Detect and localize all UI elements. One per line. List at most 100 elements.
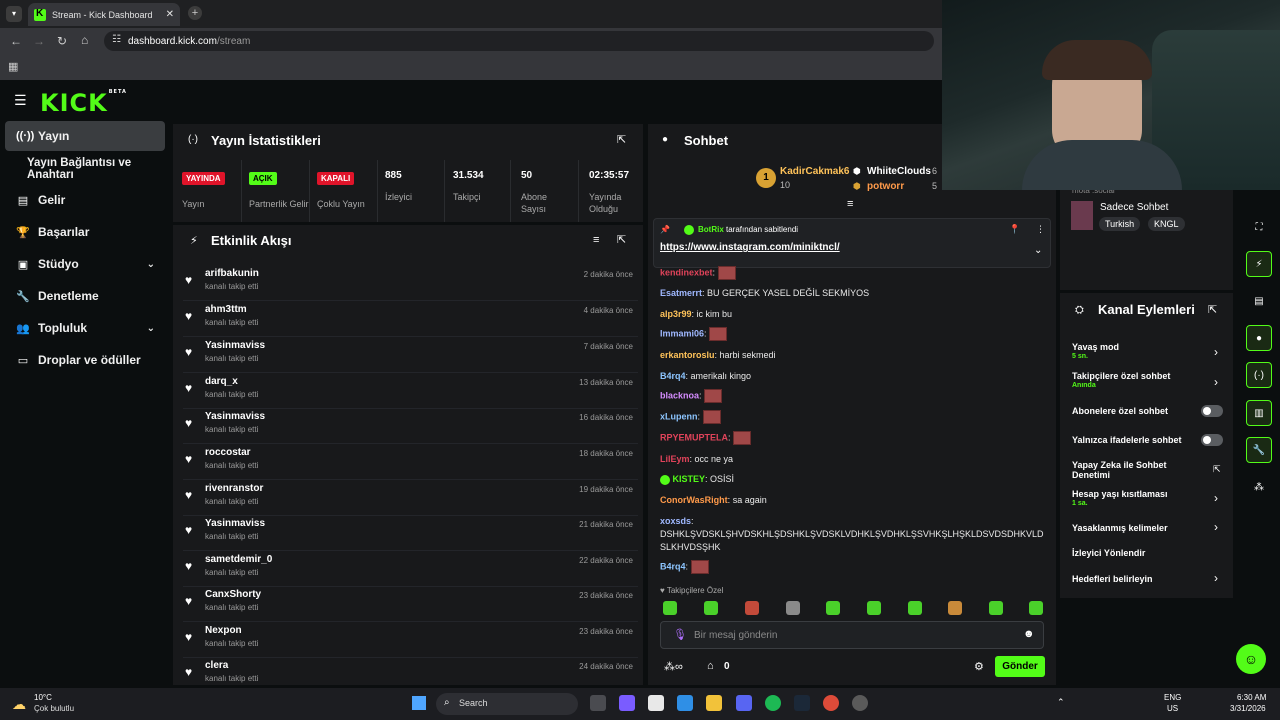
nav-item-drops[interactable]: ▭ Droplar ve ödüller xyxy=(5,345,165,375)
tab-close-icon[interactable]: ✕ xyxy=(166,9,174,20)
action-banned-words[interactable]: Yasaklanmış kelimeler xyxy=(1072,523,1227,533)
spotify-icon[interactable] xyxy=(765,695,781,711)
emote-icon[interactable] xyxy=(786,601,800,615)
weather-icon[interactable]: ☁ xyxy=(12,696,26,713)
external-link-icon[interactable]: ⇱ xyxy=(1213,464,1221,475)
nav-item-studio[interactable]: ▣ Stüdyo ⌄ xyxy=(5,249,165,279)
filter-icon[interactable]: ≡ xyxy=(593,234,599,246)
chevron-down-icon[interactable]: ⌄ xyxy=(1034,245,1042,256)
chat-username[interactable]: blacknoa xyxy=(660,390,699,400)
nav-item-achievements[interactable]: 🏆 Başarılar xyxy=(5,217,165,247)
action-raid[interactable]: İzleyici Yönlendir xyxy=(1072,548,1227,558)
gifter-name[interactable]: KadirCakmak6 xyxy=(780,166,849,177)
follower-name[interactable]: sametdemir_0 xyxy=(205,554,272,565)
popout-icon[interactable]: ⇱ xyxy=(1208,303,1217,316)
tag-badge[interactable]: Turkish xyxy=(1099,217,1141,231)
more-options-icon[interactable]: ⋮ xyxy=(1036,224,1045,235)
popout-icon[interactable]: ⇱ xyxy=(617,233,626,246)
forward-icon[interactable]: → xyxy=(33,34,45,48)
home-icon[interactable]: ⌂ xyxy=(81,33,88,47)
action-account-age[interactable]: Hesap yaşı kısıtlaması 1 sa. xyxy=(1072,489,1227,507)
nav-item-stream[interactable]: ((·)) Yayın xyxy=(5,121,165,151)
reload-icon[interactable]: ↻ xyxy=(57,34,67,48)
follower-name[interactable]: darq_x xyxy=(205,376,238,387)
wrench-icon[interactable]: 🔧 xyxy=(1246,437,1272,463)
chat-username[interactable]: xLupenn xyxy=(660,411,698,421)
chevron-right-icon[interactable]: › xyxy=(1214,491,1218,505)
chat-username[interactable]: LilEym xyxy=(660,454,690,464)
help-icon[interactable]: ☺ xyxy=(1236,644,1266,674)
tag-badge[interactable]: KNGL xyxy=(1148,217,1185,231)
back-icon[interactable]: ← xyxy=(10,34,22,48)
lightning-icon[interactable]: ⚡ xyxy=(1246,251,1272,277)
send-button[interactable]: Gönder xyxy=(995,656,1045,677)
tab-search-icon[interactable]: ▾ xyxy=(6,6,22,22)
new-tab-icon[interactable]: + xyxy=(188,6,202,20)
category-thumbnail[interactable] xyxy=(1071,201,1093,230)
emote-icon[interactable] xyxy=(704,601,718,615)
channel-icon[interactable]: ▥ xyxy=(1246,400,1272,426)
language[interactable]: ENG xyxy=(1164,693,1181,702)
broadcast-icon[interactable]: (·) xyxy=(1246,362,1272,388)
site-info-icon[interactable]: ☷ xyxy=(112,34,121,45)
follower-name[interactable]: Yasinmaviss xyxy=(205,518,265,529)
chat-username[interactable]: Immami06 xyxy=(660,328,704,338)
store-icon[interactable] xyxy=(648,695,664,711)
search-input[interactable]: ⌕ Search xyxy=(436,693,578,715)
pinned-link[interactable]: https://www.instagram.com/miniktncl/ xyxy=(660,242,840,253)
subscribers-only-toggle[interactable] xyxy=(1201,405,1223,417)
emote-icon[interactable] xyxy=(908,601,922,615)
gifter-name[interactable]: potworr xyxy=(867,181,904,192)
popout-icon[interactable]: ⇱ xyxy=(617,133,626,146)
emoji-icon[interactable]: ☻ xyxy=(1023,628,1035,640)
nav-item-stream-key[interactable]: Yayın Bağlantısı ve Anahtarı xyxy=(5,154,165,184)
kick-logo[interactable]: KICKBETA xyxy=(40,89,127,117)
url-input[interactable]: ☷ dashboard.kick.com/stream xyxy=(104,31,934,51)
chat-username[interactable]: kendinexbet xyxy=(660,267,713,277)
follower-name[interactable]: arifbakunin xyxy=(205,268,259,279)
chat-username[interactable]: xoxsds xyxy=(660,516,691,526)
chevron-right-icon[interactable]: › xyxy=(1214,375,1218,389)
unpin-icon[interactable]: 📍 xyxy=(1009,224,1020,235)
follower-name[interactable]: roccostar xyxy=(205,447,251,458)
emote-icon[interactable] xyxy=(745,601,759,615)
follower-name[interactable]: Yasinmaviss xyxy=(205,340,265,351)
follower-name[interactable]: Nexpon xyxy=(205,625,242,636)
chevron-up-icon[interactable]: ⌃ xyxy=(1057,697,1065,708)
chat-bubble-icon[interactable]: ● xyxy=(1246,325,1272,351)
action-ai-moderation[interactable]: Yapay Zeka ile Sohbet Denetimi xyxy=(1072,460,1192,480)
chat-username[interactable]: alp3r99 xyxy=(660,309,692,319)
menu-icon[interactable]: ☰ xyxy=(14,92,27,109)
chat-username[interactable]: ConorWasRight xyxy=(660,495,728,505)
folder-icon[interactable] xyxy=(706,695,722,711)
clock-time[interactable]: 6:30 AM xyxy=(1237,693,1266,702)
discord-icon[interactable] xyxy=(736,695,752,711)
gifter-name[interactable]: WhiiteClouds xyxy=(867,166,931,177)
action-slow-mode[interactable]: Yavaş mod 5 sn. xyxy=(1072,342,1227,360)
emote-icon[interactable] xyxy=(867,601,881,615)
chevron-right-icon[interactable]: › xyxy=(1214,345,1218,359)
follower-name[interactable]: Yasinmaviss xyxy=(205,411,265,422)
gear-icon[interactable]: ⚙ xyxy=(974,660,984,673)
nav-item-community[interactable]: 👥 Topluluk ⌄ xyxy=(5,313,165,343)
chevron-right-icon[interactable]: › xyxy=(1214,571,1218,585)
action-goals[interactable]: Hedefleri belirleyin xyxy=(1072,574,1227,584)
emotes-only-toggle[interactable] xyxy=(1201,434,1223,446)
windows-start-icon[interactable] xyxy=(412,696,426,710)
microphone-icon[interactable]: 🎙 xyxy=(673,628,687,641)
follower-name[interactable]: clera xyxy=(205,660,228,671)
follower-name[interactable]: rivenranstor xyxy=(205,483,263,494)
emote-icon[interactable] xyxy=(663,601,677,615)
chat-input[interactable]: 🎙 Bir mesaj gönderin ☻ xyxy=(660,621,1044,649)
pinned-by[interactable]: BotRix xyxy=(698,225,724,234)
follower-name[interactable]: CanxShorty xyxy=(205,589,261,600)
fullscreen-icon[interactable]: ⛶ xyxy=(1246,214,1272,240)
chat-filter-icon[interactable]: ≡ xyxy=(847,198,853,210)
edge-icon[interactable] xyxy=(677,695,693,711)
emote-icon[interactable] xyxy=(826,601,840,615)
emote-icon[interactable] xyxy=(989,601,1003,615)
chat-username[interactable]: B4rq4 xyxy=(660,371,686,381)
chat-username[interactable]: erkantoroslu xyxy=(660,350,715,360)
nav-item-moderation[interactable]: 🔧 Denetleme xyxy=(5,281,165,311)
apps-grid-icon[interactable]: ▦ xyxy=(8,60,18,73)
